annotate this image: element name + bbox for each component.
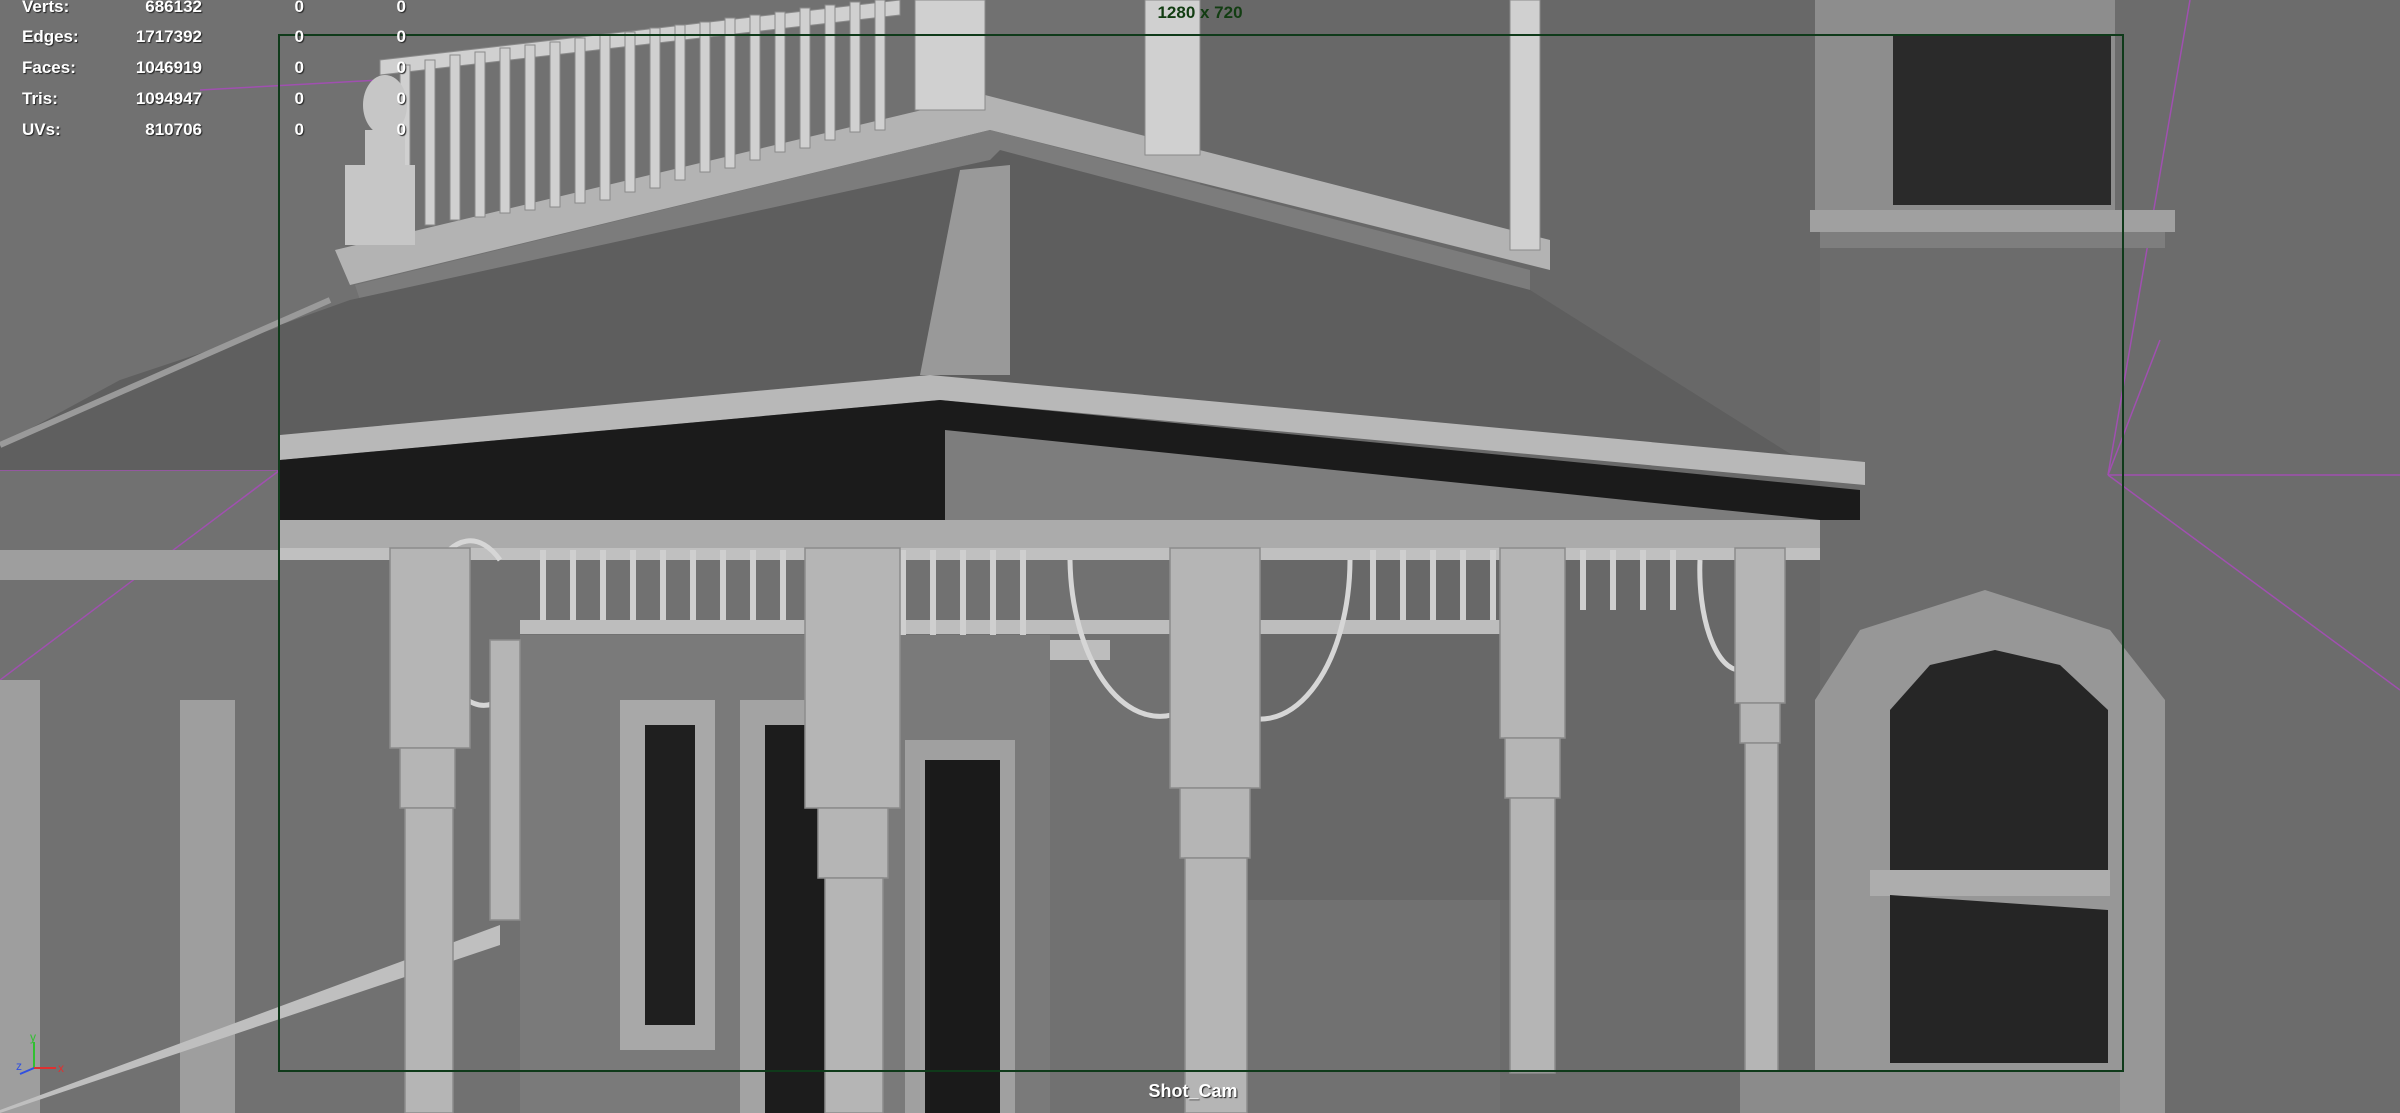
hud-selected: 0: [294, 0, 304, 16]
hud-selected: 0: [294, 120, 304, 139]
resolution-gate: [278, 34, 2124, 1072]
hud-selected: 0: [294, 89, 304, 108]
camera-name-label: Shot_Cam: [1148, 1081, 1238, 1101]
axis-z-label: z: [16, 1059, 22, 1073]
axis-y-label: y: [30, 1030, 36, 1044]
hud-total: 686132: [145, 0, 202, 16]
maya-viewport[interactable]: Verts: 686132 0 0 Edges: 1717392 0 0 Fac…: [0, 0, 2400, 1113]
hud-component: 0: [396, 89, 406, 108]
resolution-label: 1280 x 720: [1157, 3, 1243, 22]
hud-component: 0: [396, 58, 406, 77]
view-axis-gizmo-icon: y x z: [16, 1030, 64, 1075]
hud-selected: 0: [294, 58, 304, 77]
hud-component: 0: [396, 27, 406, 46]
hud-selected: 0: [294, 27, 304, 46]
hud-total: 1094947: [135, 89, 202, 108]
hud-total: 810706: [145, 120, 202, 139]
hud-component: 0: [396, 120, 406, 139]
hud-component: 0: [396, 0, 406, 16]
hud-total: 1717392: [135, 27, 202, 46]
hud-total: 1046919: [135, 58, 202, 77]
axis-x-label: x: [58, 1061, 64, 1075]
